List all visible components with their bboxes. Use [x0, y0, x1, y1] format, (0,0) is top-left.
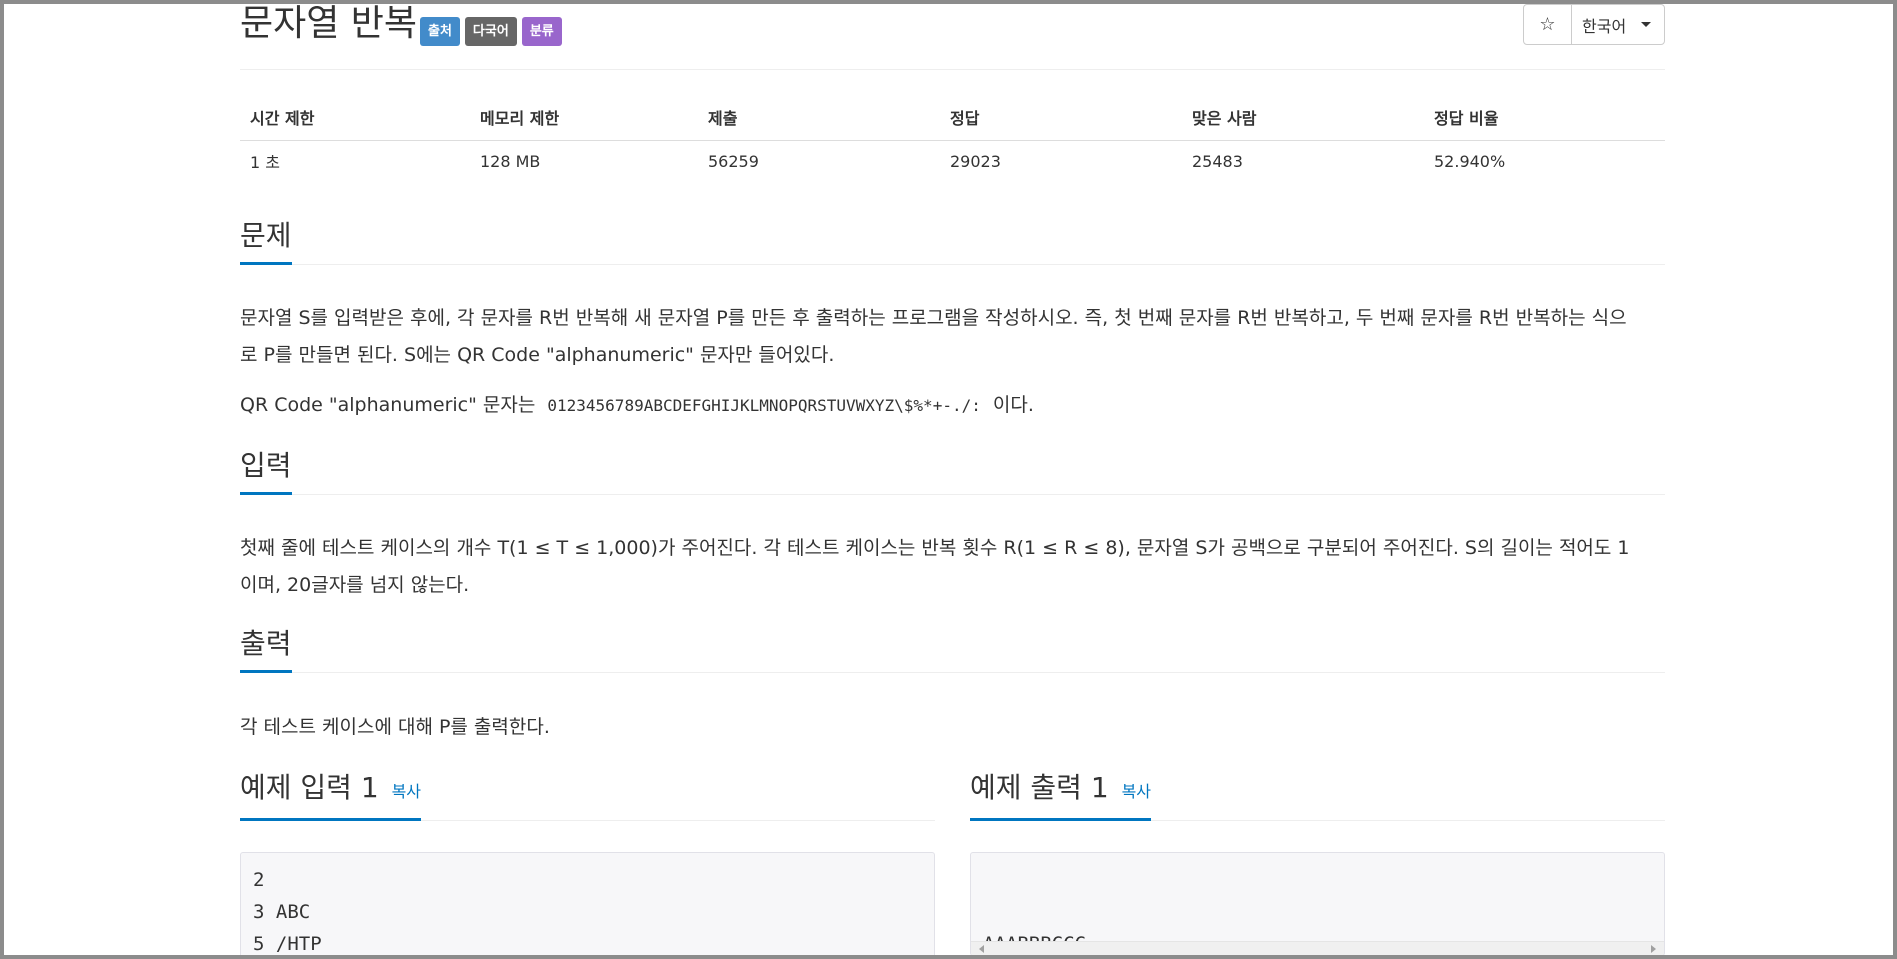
sample-output-heading: 예제 출력 1 복사 — [970, 770, 1152, 821]
horizontal-scrollbar[interactable] — [971, 941, 1664, 955]
problem-text-line: 문자열 S를 입력받은 후에, 각 문자를 R번 반복해 새 문자열 P를 만든… — [240, 307, 1627, 329]
stats-header: 정답 비율 — [1424, 95, 1665, 141]
stats-header: 맞은 사람 — [1182, 95, 1424, 141]
input-text-line: 이며, 20글자를 넘지 않는다. — [240, 574, 470, 596]
output-section-headline: 출력 — [240, 626, 1665, 673]
caret-down-icon — [1641, 22, 1652, 27]
copy-sample-input-link[interactable]: 복사 — [392, 782, 421, 801]
output-text: 각 테스트 케이스에 대해 P를 출력한다. — [240, 716, 550, 738]
scroll-right-icon[interactable] — [1651, 945, 1656, 953]
problem-text-line: 로 P를 만들면 된다. S에는 QR Code "alphanumeric" … — [240, 344, 835, 366]
star-icon: ☆ — [1539, 14, 1556, 35]
stats-header: 시간 제한 — [240, 95, 470, 141]
alphanumeric-description: QR Code "alphanumeric" 문자는 0123456789ABC… — [240, 387, 1665, 424]
sample-input-title: 예제 입력 1 — [240, 771, 379, 804]
stats-value-row: 1 초 128 MB 56259 29023 25483 52.940% — [240, 140, 1665, 182]
scroll-left-icon[interactable] — [979, 945, 984, 953]
memory-limit-value: 128 MB — [480, 151, 541, 171]
sample-output-title: 예제 출력 1 — [970, 771, 1109, 804]
input-heading: 입력 — [240, 448, 292, 495]
alphanumeric-suffix: 이다. — [992, 394, 1034, 416]
sample-input-heading: 예제 입력 1 복사 — [240, 770, 422, 821]
multilingual-badge[interactable]: 다국어 — [464, 17, 517, 46]
problem-section-headline: 문제 — [240, 218, 1665, 265]
problem-stats-table: 시간 제한 메모리 제한 제출 정답 맞은 사람 정답 비율 1 초 128 M… — [240, 95, 1665, 182]
stats-header: 메모리 제한 — [470, 95, 698, 141]
input-section-headline: 입력 — [240, 448, 1665, 495]
sample-output-headline: 예제 출력 1 복사 — [970, 770, 1665, 821]
header-controls: ☆ 한국어 — [1523, 4, 1665, 45]
star-button[interactable]: ☆ — [1524, 5, 1572, 44]
alphanumeric-chars-code: 0123456789ABCDEFGHIJKLMNOPQRSTUVWXYZ\$%*… — [547, 396, 981, 415]
problem-description: 문자열 S를 입력받은 후에, 각 문자를 R번 반복해 새 문자열 P를 만든… — [240, 300, 1665, 374]
sample-input-box[interactable]: 2 3 ABC 5 /HTP — [240, 852, 935, 959]
stats-header: 제출 — [698, 95, 940, 141]
alphanumeric-prefix: QR Code "alphanumeric" 문자는 — [240, 394, 536, 416]
input-description: 첫째 줄에 테스트 케이스의 개수 T(1 ≤ T ≤ 1,000)가 주어진다… — [240, 530, 1665, 604]
sample-output-box[interactable]: AAABBBCCC /////HHHHHTTTTTPPPPP — [970, 852, 1665, 956]
language-dropdown[interactable]: 한국어 — [1572, 5, 1664, 44]
stats-header-row: 시간 제한 메모리 제한 제출 정답 맞은 사람 정답 비율 — [240, 95, 1665, 141]
time-limit-value: 1 초 — [250, 153, 280, 173]
category-badge[interactable]: 분류 — [521, 17, 562, 46]
sample-input-headline: 예제 입력 1 복사 — [240, 770, 935, 821]
output-heading: 출력 — [240, 626, 292, 673]
badge-group: 출처 다국어 분류 — [420, 17, 562, 46]
accept-ratio-value: 52.940% — [1434, 151, 1506, 171]
page-title: 문자열 반복 — [240, 3, 418, 44]
language-label: 한국어 — [1582, 16, 1627, 36]
submissions-value: 56259 — [708, 151, 759, 171]
stats-header: 정답 — [940, 95, 1182, 141]
output-description: 각 테스트 케이스에 대해 P를 출력한다. — [240, 709, 1665, 746]
input-text-line: 첫째 줄에 테스트 케이스의 개수 T(1 ≤ T ≤ 1,000)가 주어진다… — [240, 537, 1630, 559]
accepted-value: 29023 — [950, 151, 1001, 171]
source-badge[interactable]: 출처 — [420, 17, 460, 46]
solved-users-value: 25483 — [1192, 151, 1243, 171]
problem-heading: 문제 — [240, 218, 292, 265]
copy-sample-output-link[interactable]: 복사 — [1122, 782, 1151, 801]
problem-header: 문자열 반복 출처 다국어 분류 ☆ 한국어 — [240, 0, 1665, 70]
